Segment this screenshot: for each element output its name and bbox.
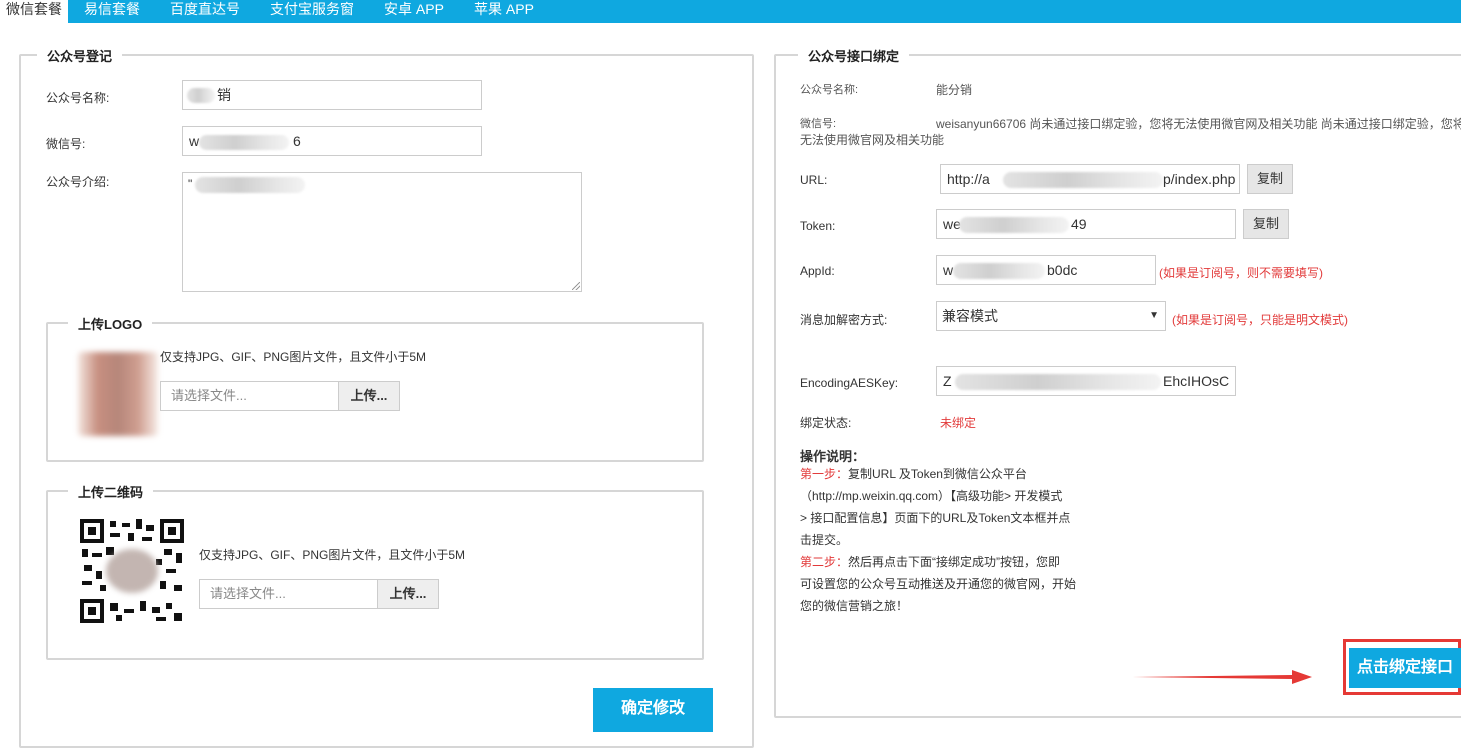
name-input[interactable]: 销 — [182, 80, 482, 110]
logo-upload-button[interactable]: 上传... — [338, 382, 399, 410]
tab-android-app[interactable]: 安卓 APP — [384, 0, 444, 23]
annotation-arrow-icon — [1132, 670, 1312, 684]
token-label: Token: — [800, 219, 836, 233]
logo-legend: 上传LOGO — [68, 314, 153, 333]
logo-file-placeholder: 请选择文件... — [171, 388, 247, 403]
name-label: 公众号名称: — [46, 91, 110, 105]
r-name-value: 能分销 — [936, 83, 973, 97]
token-input[interactable]: we 49 — [936, 209, 1236, 239]
intro-textarea[interactable]: " — [182, 172, 582, 292]
redacted-blur — [953, 263, 1045, 279]
wechat-input[interactable]: w 6 — [182, 126, 482, 156]
aes-label: EncodingAESKey: — [800, 376, 899, 390]
tab-yixin-package[interactable]: 易信套餐 — [84, 0, 140, 23]
qr-legend: 上传二维码 — [68, 482, 154, 501]
intro-label: 公众号介绍: — [46, 175, 110, 189]
wechat-label: 微信号: — [46, 137, 86, 151]
logo-preview-image — [78, 352, 158, 436]
status-value: 未绑定 — [940, 416, 977, 430]
bind-interface-button[interactable]: 点击绑定接口 — [1349, 648, 1461, 688]
redacted-blur — [199, 135, 289, 150]
appid-input[interactable]: w b0dc — [936, 255, 1156, 285]
qr-file-placeholder: 请选择文件... — [210, 586, 286, 601]
encrypt-label: 消息加解密方式: — [800, 313, 888, 327]
r-wechat-label: 微信号: — [800, 118, 837, 130]
instructions: 第一步：复制URL 及Token到微信公众平台 （http://mp.weixi… — [800, 467, 1077, 613]
logo-file-input[interactable]: 请选择文件... 上传... — [160, 381, 400, 411]
r-wechat-value: weisanyun66706 尚未通过接口绑定验，您将无法使用微官网及相关功能 … — [936, 117, 1461, 131]
step2-tag: 第二步： — [800, 555, 849, 569]
r-wechat-value-wrap: 无法使用微官网及相关功能 — [800, 133, 945, 147]
encrypt-hint: (如果是订阅号，只能是明文模式) — [1172, 313, 1348, 327]
logo-hint: 仅支持JPG、GIF、PNG图片文件，且文件小于5M — [160, 350, 427, 364]
binding-legend: 公众号接口绑定 — [798, 46, 910, 65]
redacted-blur — [955, 374, 1161, 390]
tab-baidu-direct[interactable]: 百度直达号 — [170, 0, 240, 23]
tab-wechat-package[interactable]: 微信套餐 — [0, 0, 68, 23]
dropdown-arrow-icon: ▼ — [1149, 310, 1159, 321]
redacted-blur — [195, 177, 305, 193]
qr-code-image — [80, 519, 184, 623]
top-nav: 微信套餐 易信套餐 百度直达号 支付宝服务窗 安卓 APP 苹果 APP — [0, 0, 1461, 23]
url-input[interactable]: http://a p/index.php — [940, 164, 1240, 194]
register-legend: 公众号登记 — [37, 46, 123, 65]
r-name-label: 公众号名称: — [800, 84, 859, 96]
copy-token-button[interactable]: 复制 — [1243, 209, 1289, 239]
encrypt-mode-select[interactable]: 兼容模式 ▼ — [936, 301, 1166, 331]
qr-upload-button[interactable]: 上传... — [377, 580, 438, 608]
qr-hint: 仅支持JPG、GIF、PNG图片文件，且文件小于5M — [199, 548, 466, 562]
confirm-edit-button[interactable]: 确定修改 — [593, 688, 713, 732]
status-label: 绑定状态: — [800, 416, 852, 430]
tab-ios-app[interactable]: 苹果 APP — [474, 0, 534, 23]
redacted-blur — [959, 217, 1069, 233]
redacted-blur — [187, 88, 215, 103]
resize-grip-icon[interactable] — [572, 282, 580, 290]
appid-hint: (如果是订阅号，则不需要填写) — [1159, 266, 1323, 280]
qr-file-input[interactable]: 请选择文件... 上传... — [199, 579, 439, 609]
copy-url-button[interactable]: 复制 — [1247, 164, 1293, 194]
step1-tag: 第一步： — [800, 467, 849, 481]
tab-alipay-window[interactable]: 支付宝服务窗 — [270, 0, 354, 23]
aes-key-input[interactable]: Z EhcIHOsC — [936, 366, 1236, 396]
url-label: URL: — [800, 173, 828, 187]
redacted-blur — [1003, 172, 1163, 188]
appid-label: AppId: — [800, 264, 835, 278]
